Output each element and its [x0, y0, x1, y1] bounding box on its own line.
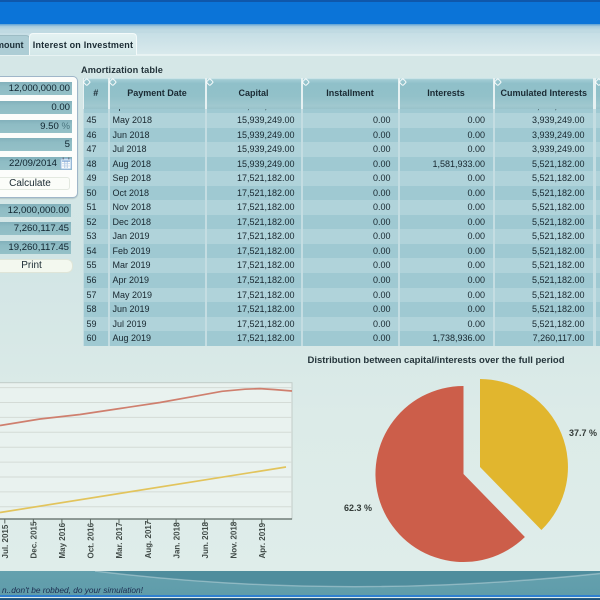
svg-text:Aug. 2017: Aug. 2017 — [144, 520, 153, 558]
svg-text:Oct. 2016: Oct. 2016 — [87, 522, 96, 558]
svg-text:Jun. 2018: Jun. 2018 — [201, 521, 210, 558]
svg-text:May 2016: May 2016 — [58, 522, 67, 558]
svg-text:Mar. 2017: Mar. 2017 — [115, 522, 124, 559]
svg-text:Dec. 2015: Dec. 2015 — [30, 521, 39, 558]
svg-text:Nov. 2018: Nov. 2018 — [229, 521, 238, 558]
svg-text:Jan. 2018: Jan. 2018 — [172, 522, 181, 559]
svg-text:Jul. 2015: Jul. 2015 — [1, 524, 10, 558]
svg-text:Apr. 2019: Apr. 2019 — [258, 522, 267, 558]
